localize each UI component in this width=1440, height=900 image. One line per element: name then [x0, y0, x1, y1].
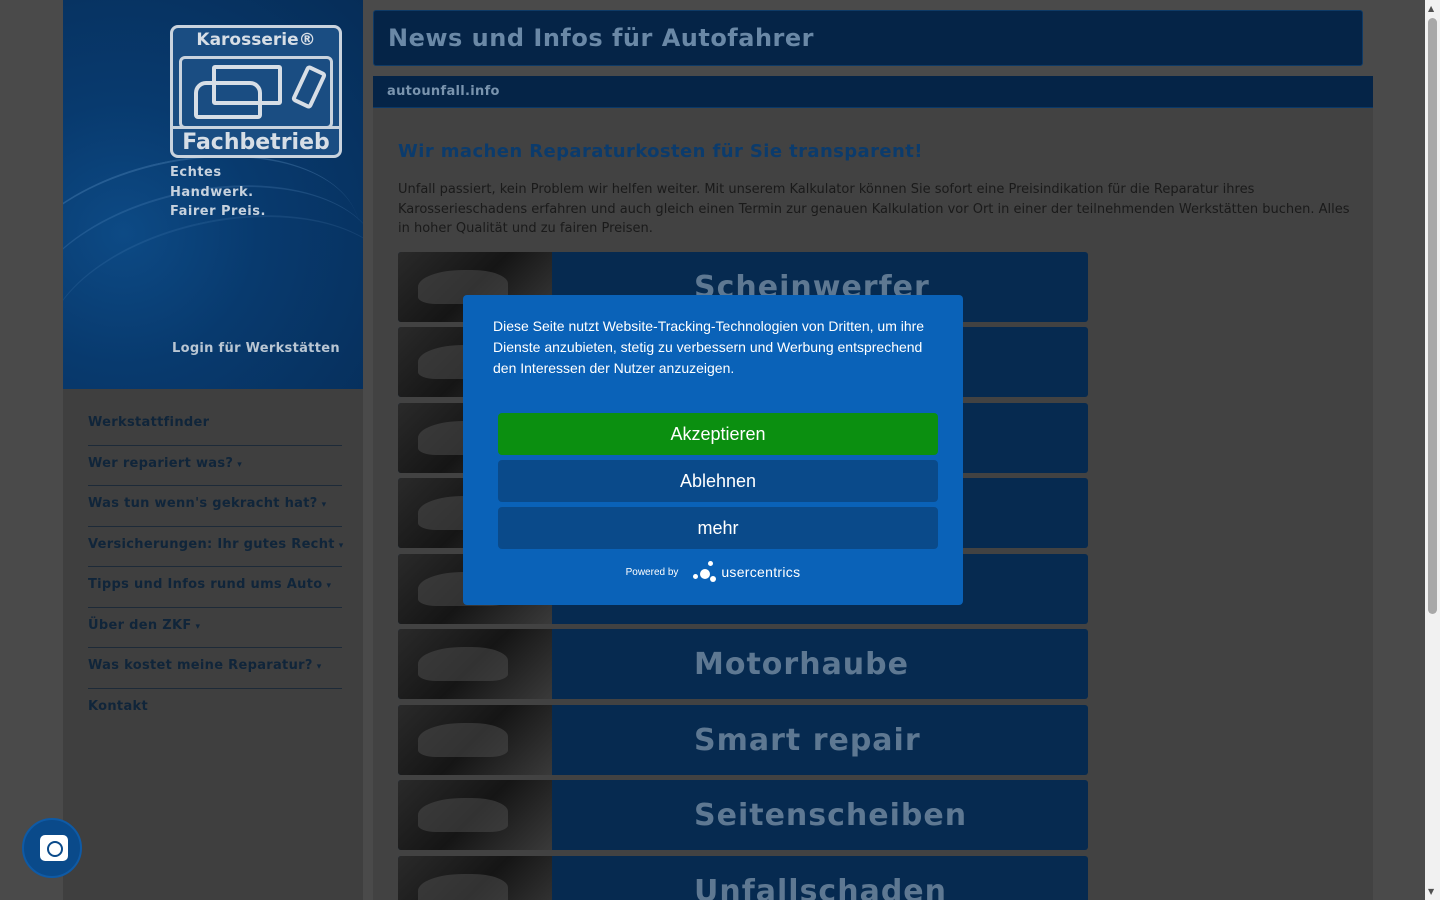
dropdown-arrow-icon: ▾	[326, 581, 332, 591]
nav-item-werkstattfinder[interactable]: Werkstattfinder	[88, 405, 342, 446]
tagline-line: Echtes	[170, 165, 222, 180]
logo-bottom-text: Fachbetrieb	[173, 126, 339, 155]
sidebar-header: Karosserie® Fachbetrieb Echtes Handwerk.…	[63, 0, 363, 389]
tile-seitenscheiben[interactable]: Seitenscheiben	[398, 780, 1088, 850]
content-heading: Wir machen Reparaturkosten für Sie trans…	[398, 141, 923, 162]
spray-gun-icon	[290, 64, 328, 110]
nav-item-label: Tipps und Infos rund ums Auto	[88, 577, 323, 592]
karosserie-fachbetrieb-logo[interactable]: Karosserie® Fachbetrieb	[170, 25, 342, 158]
nav-item-label: Werkstattfinder	[88, 415, 210, 430]
nav-item-versicherungen[interactable]: Versicherungen: Ihr gutes Recht ▾	[88, 527, 344, 567]
scrollbar-thumb[interactable]	[1428, 18, 1437, 614]
dropdown-arrow-icon: ▾	[316, 662, 322, 672]
scroll-down-icon[interactable]: ▼	[1428, 887, 1434, 896]
privacy-settings-button[interactable]	[22, 818, 82, 878]
nav-item-reparaturkosten[interactable]: Was kostet meine Reparatur? ▾	[88, 648, 342, 689]
nav-item-wer-repariert-was[interactable]: Wer repariert was? ▾	[88, 446, 342, 486]
cookie-consent-text: Diese Seite nutzt Website-Tracking-Techn…	[493, 318, 925, 376]
tile-thumbnail	[398, 705, 552, 775]
tile-label: Seitenscheiben	[694, 798, 968, 833]
powered-by-label: Powered by	[625, 566, 679, 578]
accept-button[interactable]: Akzeptieren	[498, 413, 938, 455]
page-scrollbar[interactable]: ▲ ▼	[1425, 0, 1440, 900]
nav-item-label: Was kostet meine Reparatur?	[88, 658, 313, 673]
nav-item-label: Was tun wenn's gekracht hat?	[88, 496, 318, 511]
login-workshops-link[interactable]: Login für Werkstätten	[172, 341, 340, 356]
usercentrics-logo-icon	[692, 561, 717, 583]
nav-item-label: Kontakt	[88, 698, 148, 714]
tagline-line: Handwerk.	[170, 184, 254, 200]
car-icon	[194, 81, 262, 119]
nav-item-label: Über den ZKF	[88, 617, 192, 633]
decline-button[interactable]: Ablehnen	[498, 460, 938, 502]
dropdown-arrow-icon: ▾	[338, 540, 344, 551]
nav-item-was-tun[interactable]: Was tun wenn's gekracht hat? ▾	[88, 486, 342, 527]
cookie-consent-dialog: Diese Seite nutzt Website-Tracking-Techn…	[463, 295, 963, 605]
sidebar-nav: Werkstattfinder Wer repariert was? ▾ Was …	[88, 405, 344, 730]
page-title-bar: News und Infos für Autofahrer	[373, 10, 1363, 66]
tile-thumbnail	[398, 856, 552, 900]
tile-thumbnail	[398, 629, 552, 699]
page-title: News und Infos für Autofahrer	[388, 24, 814, 52]
breadcrumb-home-link[interactable]: autounfall.info	[387, 84, 500, 99]
tile-smart-repair[interactable]: Smart repair	[398, 705, 1088, 775]
nav-item-label: Wer repariert was?	[88, 455, 234, 471]
nav-item-label: Versicherungen: Ihr gutes Recht	[88, 536, 335, 552]
powered-by: Powered by usercentrics	[463, 561, 963, 583]
intro-text: Unfall passiert, kein Problem wir helfen…	[398, 182, 1350, 236]
usercentrics-brand[interactable]: usercentrics	[721, 564, 800, 580]
tagline-line: Fairer Preis.	[170, 204, 266, 219]
nav-item-kontakt[interactable]: Kontakt	[88, 689, 342, 730]
left-column: Karosserie® Fachbetrieb Echtes Handwerk.…	[63, 0, 363, 900]
breadcrumb: autounfall.info	[373, 76, 1373, 108]
dropdown-arrow-icon: ▾	[321, 500, 327, 510]
nav-item-tipps[interactable]: Tipps und Infos rund ums Auto ▾	[88, 567, 342, 608]
tile-label: Motorhaube	[694, 647, 909, 682]
fingerprint-icon	[40, 835, 68, 861]
tile-motorhaube[interactable]: Motorhaube	[398, 629, 1088, 699]
dropdown-arrow-icon: ▾	[237, 459, 243, 470]
logo-pictogram	[179, 56, 333, 129]
logo-top-text: Karosserie®	[196, 30, 316, 50]
tile-label: Unfallschaden	[694, 874, 947, 900]
tile-thumbnail	[398, 780, 552, 850]
more-button[interactable]: mehr	[498, 507, 938, 549]
tagline: Echtes Handwerk. Fairer Preis.	[170, 163, 266, 222]
nav-item-ueber-zkf[interactable]: Über den ZKF ▾	[88, 608, 342, 648]
dropdown-arrow-icon: ▾	[195, 621, 201, 632]
tile-label: Smart repair	[694, 723, 921, 758]
scroll-up-icon[interactable]: ▲	[1428, 4, 1434, 13]
tile-unfallschaden[interactable]: Unfallschaden	[398, 856, 1088, 900]
